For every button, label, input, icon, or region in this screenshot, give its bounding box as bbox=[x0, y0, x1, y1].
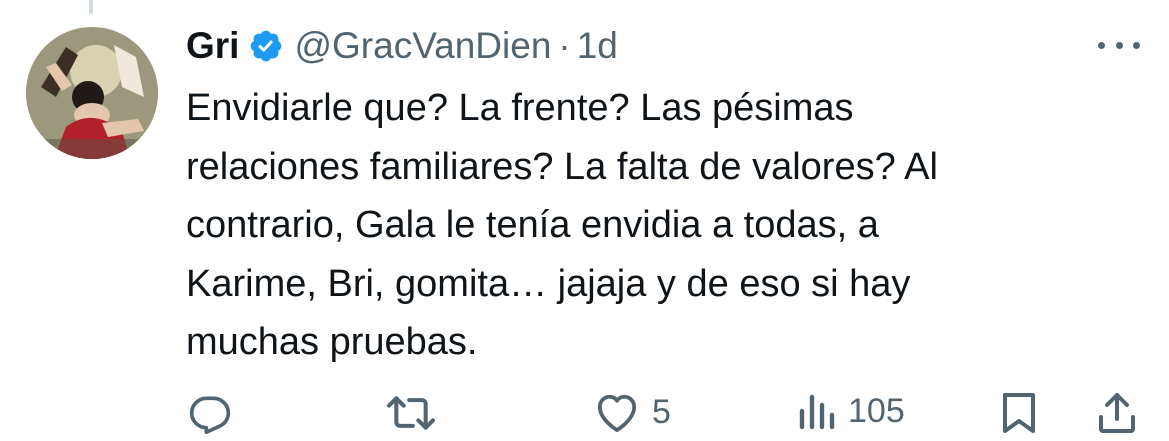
like-button[interactable]: 5 bbox=[594, 391, 671, 433]
bookmark-icon bbox=[1003, 393, 1035, 433]
heart-icon bbox=[597, 394, 637, 433]
share-icon bbox=[1099, 393, 1135, 433]
avatar[interactable] bbox=[26, 27, 158, 159]
retweet-button[interactable] bbox=[385, 391, 437, 435]
verified-badge-icon bbox=[248, 28, 284, 64]
bookmark-button[interactable] bbox=[1001, 391, 1037, 435]
tweet-header: Gri @GracVanDien · 1d bbox=[186, 18, 618, 74]
reply-icon bbox=[189, 396, 231, 435]
timestamp[interactable]: 1d bbox=[577, 25, 618, 67]
author-name[interactable]: Gri bbox=[186, 25, 239, 67]
tweet-text: Envidiarle que? La frente? Las pésimas r… bbox=[186, 87, 938, 363]
like-count: 5 bbox=[652, 392, 671, 431]
retweet-icon bbox=[386, 396, 436, 430]
more-options-icon[interactable] bbox=[1098, 32, 1140, 58]
reply-button[interactable] bbox=[188, 391, 232, 435]
thread-connector-line bbox=[89, 0, 93, 14]
share-button[interactable] bbox=[1097, 391, 1137, 435]
avatar-image bbox=[26, 27, 158, 159]
action-bar: 5 105 bbox=[0, 385, 1169, 441]
views-count: 105 bbox=[848, 391, 905, 430]
views-icon bbox=[799, 394, 835, 430]
separator-dot: · bbox=[558, 25, 571, 66]
author-handle[interactable]: @GracVanDien bbox=[294, 25, 551, 67]
views-button[interactable]: 105 bbox=[796, 391, 905, 431]
